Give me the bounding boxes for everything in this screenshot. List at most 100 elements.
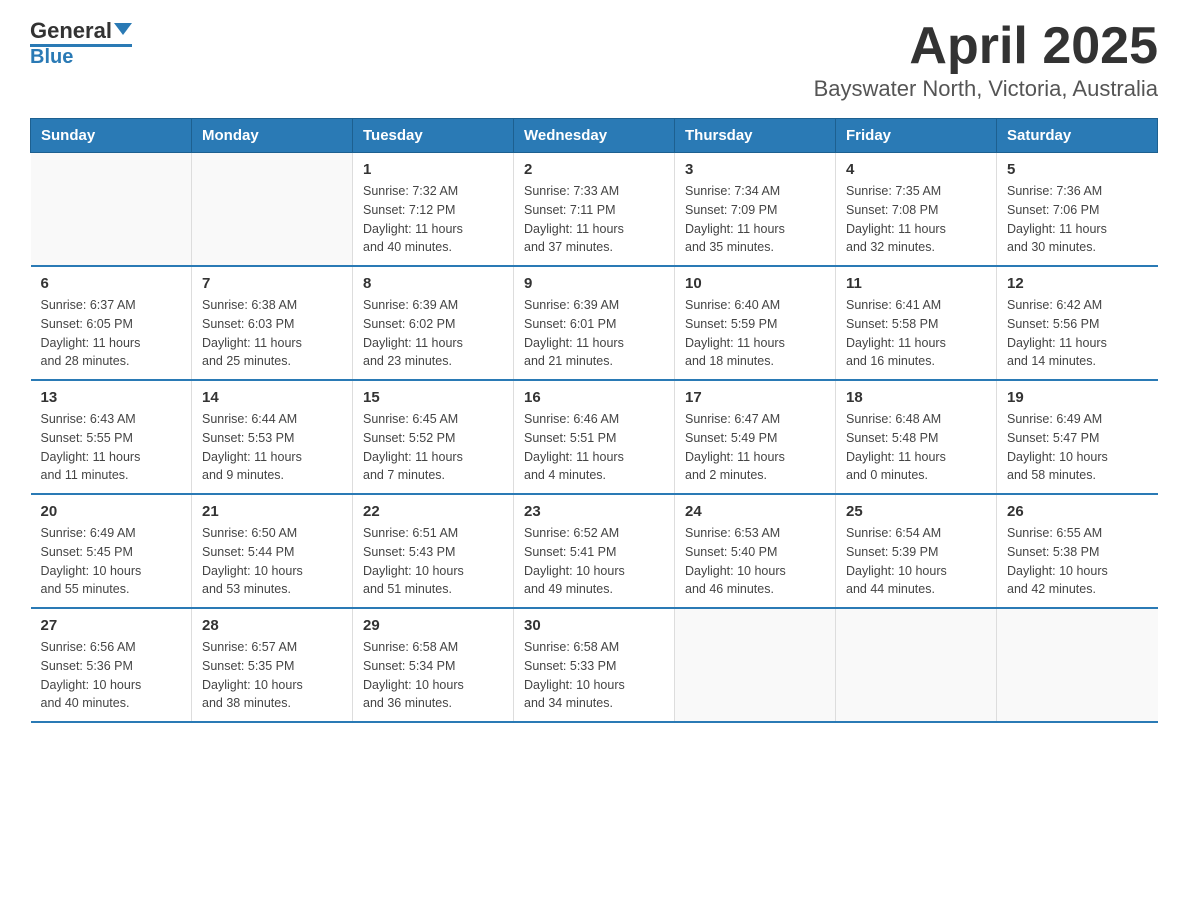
day-number: 1 <box>363 161 503 178</box>
calendar-week-1: 1 Sunrise: 7:32 AMSunset: 7:12 PMDaylight… <box>31 153 1158 267</box>
calendar-cell: 21 Sunrise: 6:50 AMSunset: 5:44 PMDayligh… <box>192 494 353 608</box>
logo-text-blue: Blue <box>30 47 73 67</box>
day-info: Sunrise: 6:39 AMSunset: 6:01 PMDaylight:… <box>524 296 664 371</box>
calendar-cell <box>675 608 836 722</box>
calendar-cell: 10Sunrise: 6:40 AMSunset: 5:59 PMDayligh… <box>675 266 836 380</box>
page-subtitle: Bayswater North, Victoria, Australia <box>814 76 1158 102</box>
calendar-cell: 14 Sunrise: 6:44 AMSunset: 5:53 PMDayligh… <box>192 380 353 494</box>
calendar-cell: 12 Sunrise: 6:42 AMSunset: 5:56 PMDayligh… <box>997 266 1158 380</box>
calendar-week-2: 6 Sunrise: 6:37 AMSunset: 6:05 PMDaylight… <box>31 266 1158 380</box>
day-number: 3 <box>685 161 825 178</box>
day-number: 6 <box>41 275 182 292</box>
day-info: Sunrise: 7:36 AMSunset: 7:06 PMDaylight:… <box>1007 182 1148 257</box>
day-number: 19 <box>1007 389 1148 406</box>
day-info: Sunrise: 6:37 AMSunset: 6:05 PMDaylight:… <box>41 296 182 371</box>
calendar-cell: 6 Sunrise: 6:37 AMSunset: 6:05 PMDaylight… <box>31 266 192 380</box>
day-info: Sunrise: 6:56 AMSunset: 5:36 PMDaylight:… <box>41 638 182 713</box>
calendar-week-4: 20 Sunrise: 6:49 AMSunset: 5:45 PMDayligh… <box>31 494 1158 608</box>
day-info: Sunrise: 6:53 AMSunset: 5:40 PMDaylight:… <box>685 524 825 599</box>
day-info: Sunrise: 6:50 AMSunset: 5:44 PMDaylight:… <box>202 524 342 599</box>
day-info: Sunrise: 6:45 AMSunset: 5:52 PMDaylight:… <box>363 410 503 485</box>
day-number: 9 <box>524 275 664 292</box>
calendar-cell: 24Sunrise: 6:53 AMSunset: 5:40 PMDayligh… <box>675 494 836 608</box>
calendar-cell: 3 Sunrise: 7:34 AMSunset: 7:09 PMDaylight… <box>675 153 836 267</box>
day-info: Sunrise: 6:54 AMSunset: 5:39 PMDaylight:… <box>846 524 986 599</box>
calendar-week-3: 13Sunrise: 6:43 AMSunset: 5:55 PMDayligh… <box>31 380 1158 494</box>
day-number: 8 <box>363 275 503 292</box>
day-number: 12 <box>1007 275 1148 292</box>
day-number: 16 <box>524 389 664 406</box>
day-info: Sunrise: 6:39 AMSunset: 6:02 PMDaylight:… <box>363 296 503 371</box>
day-number: 23 <box>524 503 664 520</box>
calendar-cell: 27 Sunrise: 6:56 AMSunset: 5:36 PMDayligh… <box>31 608 192 722</box>
day-info: Sunrise: 6:55 AMSunset: 5:38 PMDaylight:… <box>1007 524 1148 599</box>
logo: General Blue <box>30 20 132 67</box>
day-number: 20 <box>41 503 182 520</box>
day-info: Sunrise: 6:57 AMSunset: 5:35 PMDaylight:… <box>202 638 342 713</box>
calendar-cell <box>31 153 192 267</box>
day-info: Sunrise: 7:35 AMSunset: 7:08 PMDaylight:… <box>846 182 986 257</box>
calendar-cell: 18 Sunrise: 6:48 AMSunset: 5:48 PMDayligh… <box>836 380 997 494</box>
day-info: Sunrise: 7:33 AMSunset: 7:11 PMDaylight:… <box>524 182 664 257</box>
day-number: 5 <box>1007 161 1148 178</box>
day-info: Sunrise: 6:52 AMSunset: 5:41 PMDaylight:… <box>524 524 664 599</box>
day-number: 26 <box>1007 503 1148 520</box>
day-info: Sunrise: 6:40 AMSunset: 5:59 PMDaylight:… <box>685 296 825 371</box>
header-row: SundayMondayTuesdayWednesdayThursdayFrid… <box>31 119 1158 153</box>
calendar-cell: 19 Sunrise: 6:49 AMSunset: 5:47 PMDayligh… <box>997 380 1158 494</box>
day-number: 13 <box>41 389 182 406</box>
calendar-cell: 16 Sunrise: 6:46 AMSunset: 5:51 PMDayligh… <box>514 380 675 494</box>
day-number: 29 <box>363 617 503 634</box>
header-cell-friday: Friday <box>836 119 997 153</box>
day-number: 21 <box>202 503 342 520</box>
day-info: Sunrise: 6:49 AMSunset: 5:45 PMDaylight:… <box>41 524 182 599</box>
day-info: Sunrise: 6:51 AMSunset: 5:43 PMDaylight:… <box>363 524 503 599</box>
calendar-cell: 9 Sunrise: 6:39 AMSunset: 6:01 PMDaylight… <box>514 266 675 380</box>
day-number: 11 <box>846 275 986 292</box>
header-cell-sunday: Sunday <box>31 119 192 153</box>
day-info: Sunrise: 6:58 AMSunset: 5:33 PMDaylight:… <box>524 638 664 713</box>
logo-triangle-icon <box>114 23 132 35</box>
day-number: 14 <box>202 389 342 406</box>
calendar-cell: 22 Sunrise: 6:51 AMSunset: 5:43 PMDayligh… <box>353 494 514 608</box>
calendar-cell: 20 Sunrise: 6:49 AMSunset: 5:45 PMDayligh… <box>31 494 192 608</box>
calendar-week-5: 27 Sunrise: 6:56 AMSunset: 5:36 PMDayligh… <box>31 608 1158 722</box>
day-number: 30 <box>524 617 664 634</box>
day-number: 22 <box>363 503 503 520</box>
calendar-cell: 13Sunrise: 6:43 AMSunset: 5:55 PMDayligh… <box>31 380 192 494</box>
calendar-header: SundayMondayTuesdayWednesdayThursdayFrid… <box>31 119 1158 153</box>
day-info: Sunrise: 6:49 AMSunset: 5:47 PMDaylight:… <box>1007 410 1148 485</box>
day-info: Sunrise: 6:46 AMSunset: 5:51 PMDaylight:… <box>524 410 664 485</box>
day-info: Sunrise: 7:32 AMSunset: 7:12 PMDaylight:… <box>363 182 503 257</box>
day-info: Sunrise: 7:34 AMSunset: 7:09 PMDaylight:… <box>685 182 825 257</box>
header-cell-tuesday: Tuesday <box>353 119 514 153</box>
calendar-cell <box>836 608 997 722</box>
calendar-cell: 5 Sunrise: 7:36 AMSunset: 7:06 PMDaylight… <box>997 153 1158 267</box>
calendar-cell: 26 Sunrise: 6:55 AMSunset: 5:38 PMDayligh… <box>997 494 1158 608</box>
day-number: 2 <box>524 161 664 178</box>
day-info: Sunrise: 6:58 AMSunset: 5:34 PMDaylight:… <box>363 638 503 713</box>
page-title: April 2025 <box>814 20 1158 72</box>
calendar-cell <box>192 153 353 267</box>
day-info: Sunrise: 6:48 AMSunset: 5:48 PMDaylight:… <box>846 410 986 485</box>
day-info: Sunrise: 6:42 AMSunset: 5:56 PMDaylight:… <box>1007 296 1148 371</box>
day-number: 18 <box>846 389 986 406</box>
header-cell-wednesday: Wednesday <box>514 119 675 153</box>
day-info: Sunrise: 6:47 AMSunset: 5:49 PMDaylight:… <box>685 410 825 485</box>
calendar-cell: 11Sunrise: 6:41 AMSunset: 5:58 PMDayligh… <box>836 266 997 380</box>
calendar-cell: 2 Sunrise: 7:33 AMSunset: 7:11 PMDaylight… <box>514 153 675 267</box>
header-cell-saturday: Saturday <box>997 119 1158 153</box>
calendar-cell: 15 Sunrise: 6:45 AMSunset: 5:52 PMDayligh… <box>353 380 514 494</box>
calendar-body: 1 Sunrise: 7:32 AMSunset: 7:12 PMDaylight… <box>31 153 1158 723</box>
calendar-cell: 25 Sunrise: 6:54 AMSunset: 5:39 PMDayligh… <box>836 494 997 608</box>
page-header: General Blue April 2025 Bayswater North,… <box>30 20 1158 102</box>
calendar-cell <box>997 608 1158 722</box>
day-number: 15 <box>363 389 503 406</box>
day-number: 27 <box>41 617 182 634</box>
calendar-cell: 8 Sunrise: 6:39 AMSunset: 6:02 PMDaylight… <box>353 266 514 380</box>
day-number: 25 <box>846 503 986 520</box>
calendar-cell: 23 Sunrise: 6:52 AMSunset: 5:41 PMDayligh… <box>514 494 675 608</box>
calendar-cell: 30 Sunrise: 6:58 AMSunset: 5:33 PMDayligh… <box>514 608 675 722</box>
day-info: Sunrise: 6:38 AMSunset: 6:03 PMDaylight:… <box>202 296 342 371</box>
day-info: Sunrise: 6:44 AMSunset: 5:53 PMDaylight:… <box>202 410 342 485</box>
